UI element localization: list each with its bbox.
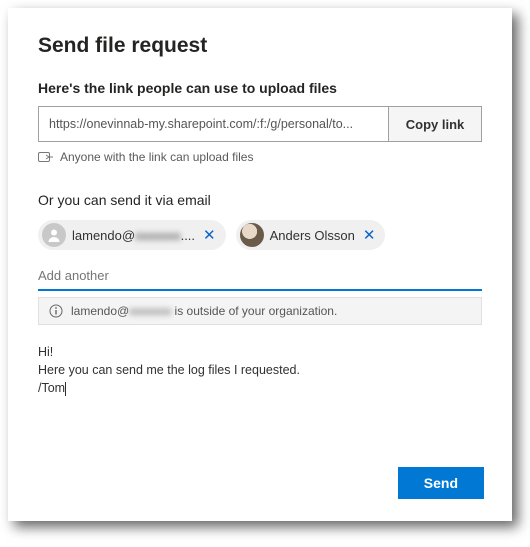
remove-recipient-icon[interactable]: ✕ [201, 226, 218, 244]
send-file-request-dialog: Send file request Here's the link people… [8, 8, 512, 521]
recipient-chip[interactable]: lamendo@xxxxxxx.... ✕ [38, 220, 226, 250]
share-url[interactable]: https://onevinnab-my.sharepoint.com/:f:/… [39, 107, 389, 141]
add-recipient-input[interactable] [38, 264, 482, 291]
message-body[interactable]: Hi! Here you can send me the log files I… [38, 343, 482, 397]
recipient-chip[interactable]: Anders Olsson ✕ [236, 220, 386, 250]
link-permission-icon [38, 150, 54, 164]
warning-text: lamendo@xxxxxxx is outside of your organ… [71, 304, 337, 318]
recipient-label: Anders Olsson [270, 228, 355, 243]
link-row: https://onevinnab-my.sharepoint.com/:f:/… [38, 106, 482, 142]
permission-text: Anyone with the link can upload files [60, 150, 253, 164]
remove-recipient-icon[interactable]: ✕ [361, 226, 378, 244]
email-heading: Or you can send it via email [38, 192, 482, 208]
send-button[interactable]: Send [398, 467, 484, 499]
recipient-chips: lamendo@xxxxxxx.... ✕ Anders Olsson ✕ [38, 220, 482, 250]
link-heading: Here's the link people can use to upload… [38, 80, 482, 96]
recipient-label: lamendo@xxxxxxx.... [72, 228, 195, 243]
avatar-photo [240, 223, 264, 247]
info-icon [49, 304, 63, 318]
external-warning: lamendo@xxxxxxx is outside of your organ… [38, 297, 482, 325]
text-cursor [65, 382, 66, 396]
dialog-title: Send file request [38, 34, 482, 58]
permission-info[interactable]: Anyone with the link can upload files [38, 150, 482, 164]
avatar-placeholder-icon [42, 223, 66, 247]
copy-link-button[interactable]: Copy link [389, 107, 481, 141]
